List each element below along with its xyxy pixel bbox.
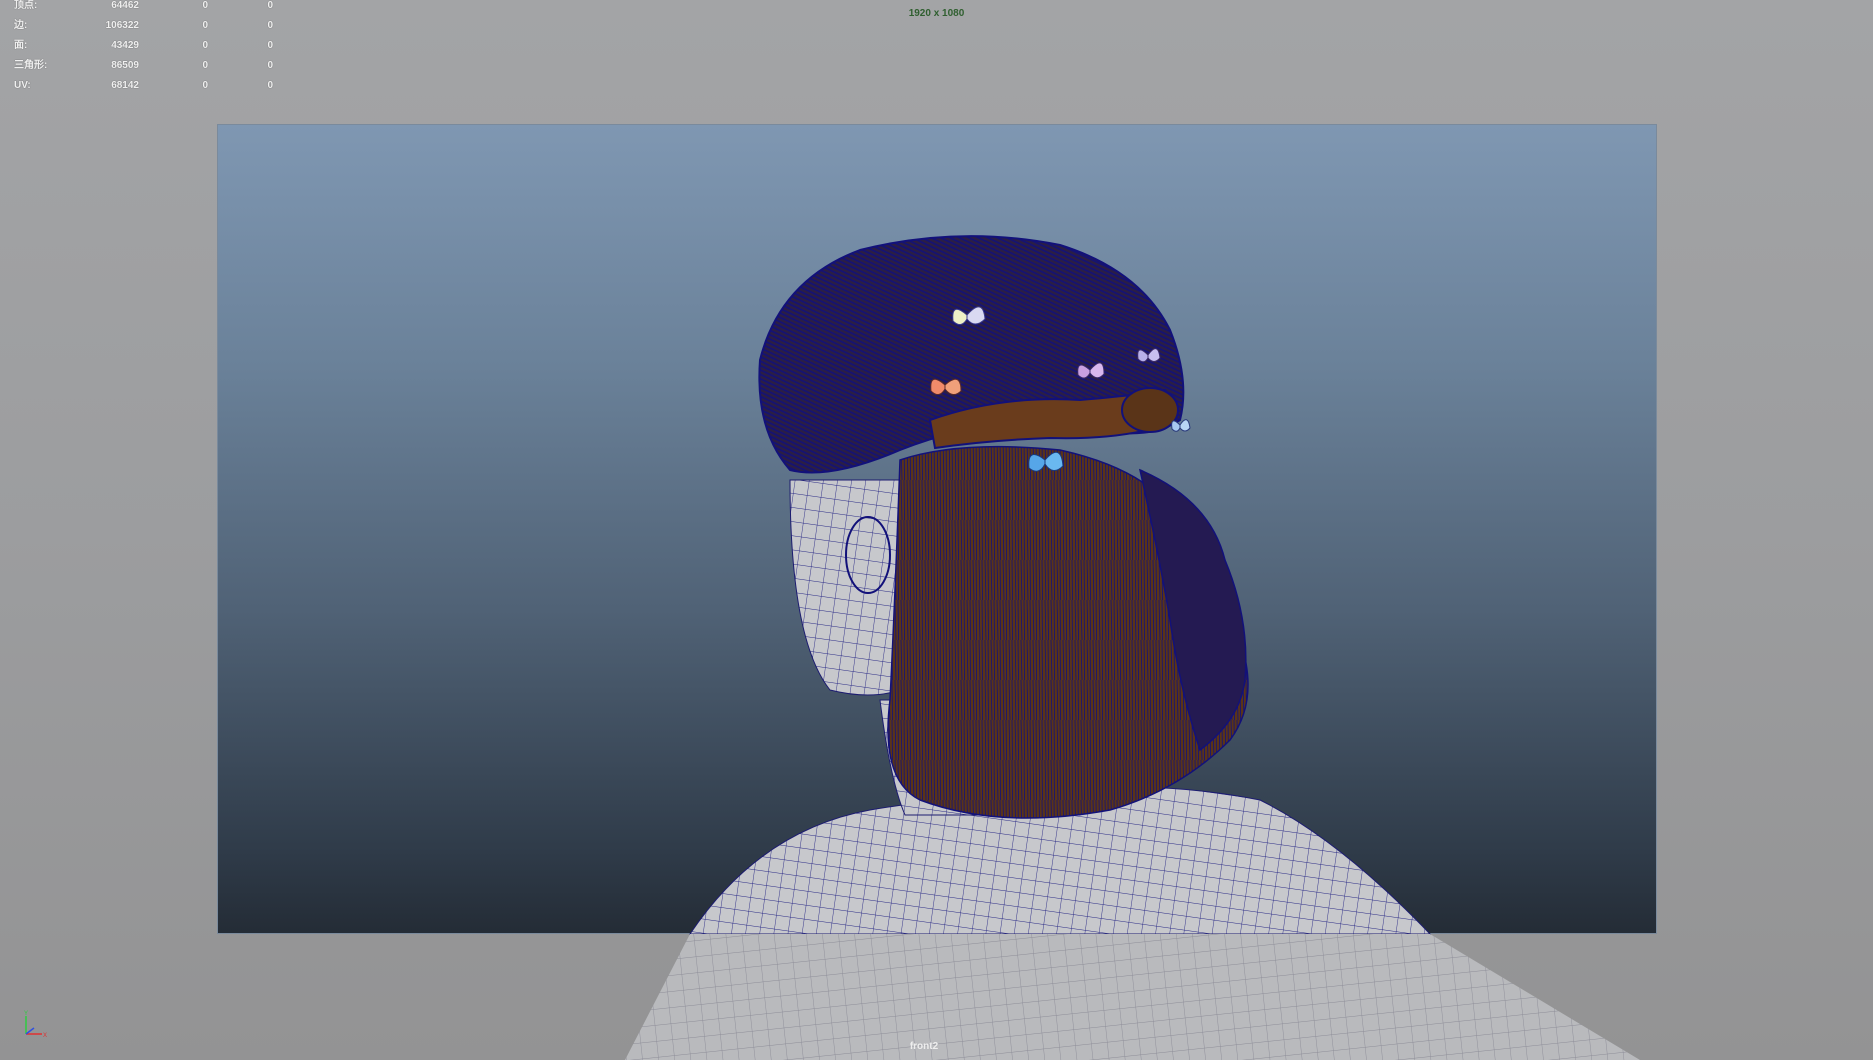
svg-text:Y: Y: [24, 1011, 28, 1017]
head-mesh: [789, 479, 901, 696]
scene-render[interactable]: [0, 0, 1873, 1060]
svg-text:X: X: [43, 1033, 47, 1039]
camera-name-label: front2: [909, 1041, 939, 1052]
ear-mesh: [845, 516, 891, 594]
hair-bun: [1121, 387, 1179, 433]
maya-viewport[interactable]: 顶点: 64462 0 0 边: 106322 0 0 面: 43429 0 0…: [0, 0, 1873, 1060]
axis-gizmo-icon: Y X: [24, 1011, 47, 1039]
butterfly-icon: [1171, 419, 1191, 432]
